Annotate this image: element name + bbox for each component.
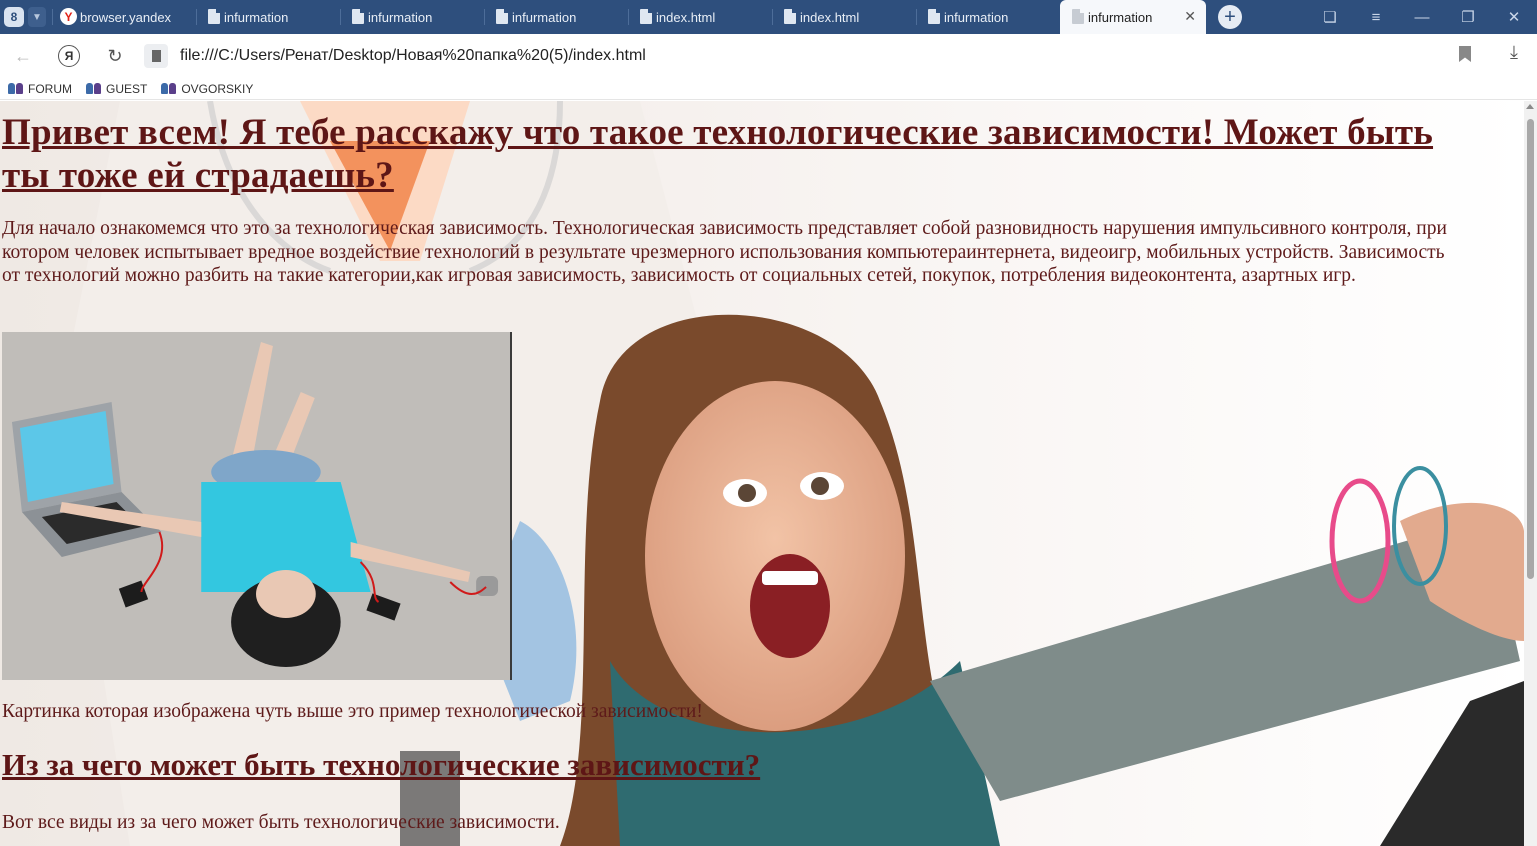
page-content: Привет всем! Я тебе расскажу что такое т… — [0, 101, 1524, 846]
minimize-icon[interactable]: — — [1399, 9, 1445, 26]
bookmark-folder-icon — [8, 83, 23, 94]
tab-infurmation-4[interactable]: infurmation — [916, 0, 1060, 34]
bookmark-folder-icon — [86, 83, 101, 94]
bookmark-label: FORUM — [28, 81, 72, 96]
tab-label: infurmation — [1088, 9, 1153, 25]
section-heading: Из за чего может быть технологические за… — [2, 747, 761, 782]
tab-yandex[interactable]: Y browser.yandex — [52, 0, 196, 34]
section-paragraph: Вот все виды из за чего может быть техно… — [2, 812, 560, 833]
close-tab-icon[interactable]: ✕ — [1184, 8, 1196, 25]
tab-count-badge[interactable]: 8 — [4, 7, 24, 27]
tab-index-1[interactable]: index.html — [628, 0, 772, 34]
window-controls: ❏ ≡ — ❐ ✕ — [1307, 0, 1537, 34]
page-heading: Привет всем! Я тебе расскажу что такое т… — [2, 112, 1434, 196]
bookmark-ovgorskiy[interactable]: OVGORSKIY — [161, 82, 253, 96]
restore-icon[interactable]: ❐ — [1445, 8, 1491, 26]
scroll-up-icon[interactable] — [1526, 104, 1534, 109]
tab-label: infurmation — [512, 9, 577, 25]
tab-label: infurmation — [944, 9, 1009, 25]
tab-label: infurmation — [224, 9, 289, 25]
tab-label: infurmation — [368, 9, 433, 25]
url-field[interactable]: file:///C:/Users/Ренат/Desktop/Новая%20п… — [180, 47, 1537, 65]
tab-infurmation-2[interactable]: infurmation — [340, 0, 484, 34]
file-icon — [928, 9, 940, 24]
bookmark-label: OVGORSKIY — [181, 81, 254, 96]
image-caption: Картинка которая изображена чуть выше эт… — [2, 701, 703, 722]
illustration-image — [2, 332, 512, 680]
menu-icon[interactable]: ≡ — [1353, 9, 1399, 26]
tab-strip: 8 ▼ Y browser.yandex infurmation infurma… — [0, 0, 1537, 34]
yandex-logo-icon: Я — [58, 45, 80, 67]
chevron-down-icon[interactable]: ▼ — [28, 7, 46, 27]
new-tab-button[interactable]: + — [1218, 5, 1242, 29]
bookmark-label: GUEST — [106, 81, 148, 96]
tab-infurmation-3[interactable]: infurmation — [484, 0, 628, 34]
file-icon — [496, 9, 508, 24]
file-icon — [640, 9, 652, 24]
back-arrow-icon[interactable]: ← — [0, 34, 46, 78]
page-viewport[interactable]: Привет всем! Я тебе расскажу что такое т… — [0, 101, 1524, 846]
tab-infurmation-1[interactable]: infurmation — [196, 0, 340, 34]
bookmarks-bar: FORUM GUEST OVGORSKIY — [0, 78, 1537, 100]
intro-paragraph: Для начало ознакомемся что это за технол… — [2, 218, 1447, 286]
yandex-icon: Y — [60, 8, 77, 25]
tab-label: index.html — [656, 9, 716, 25]
bookmark-guest[interactable]: GUEST — [86, 82, 147, 96]
address-bar: ← Я ↻ file:///C:/Users/Ренат/Desktop/Нов… — [0, 34, 1537, 78]
reload-icon[interactable]: ↻ — [92, 34, 138, 78]
tab-index-2[interactable]: index.html — [772, 0, 916, 34]
file-icon — [352, 9, 364, 24]
file-icon — [784, 9, 796, 24]
file-icon — [1072, 9, 1084, 24]
file-icon — [208, 9, 220, 24]
bookmark-forum[interactable]: FORUM — [8, 82, 72, 96]
yandex-button[interactable]: Я — [46, 34, 92, 78]
tab-counter[interactable]: 8 ▼ — [0, 0, 52, 34]
vertical-scrollbar[interactable] — [1524, 101, 1537, 846]
download-icon[interactable]: ⤓ — [1501, 42, 1527, 68]
tab-label: index.html — [800, 9, 860, 25]
close-window-icon[interactable]: ✕ — [1491, 8, 1537, 26]
collections-icon[interactable]: ❏ — [1307, 8, 1353, 26]
tab-label: browser.yandex — [80, 9, 172, 25]
bookmark-folder-icon — [161, 83, 177, 94]
tab-infurmation-active[interactable]: infurmation ✕ — [1060, 0, 1206, 34]
page-info-icon[interactable] — [144, 44, 168, 68]
scrollbar-thumb[interactable] — [1527, 119, 1534, 579]
